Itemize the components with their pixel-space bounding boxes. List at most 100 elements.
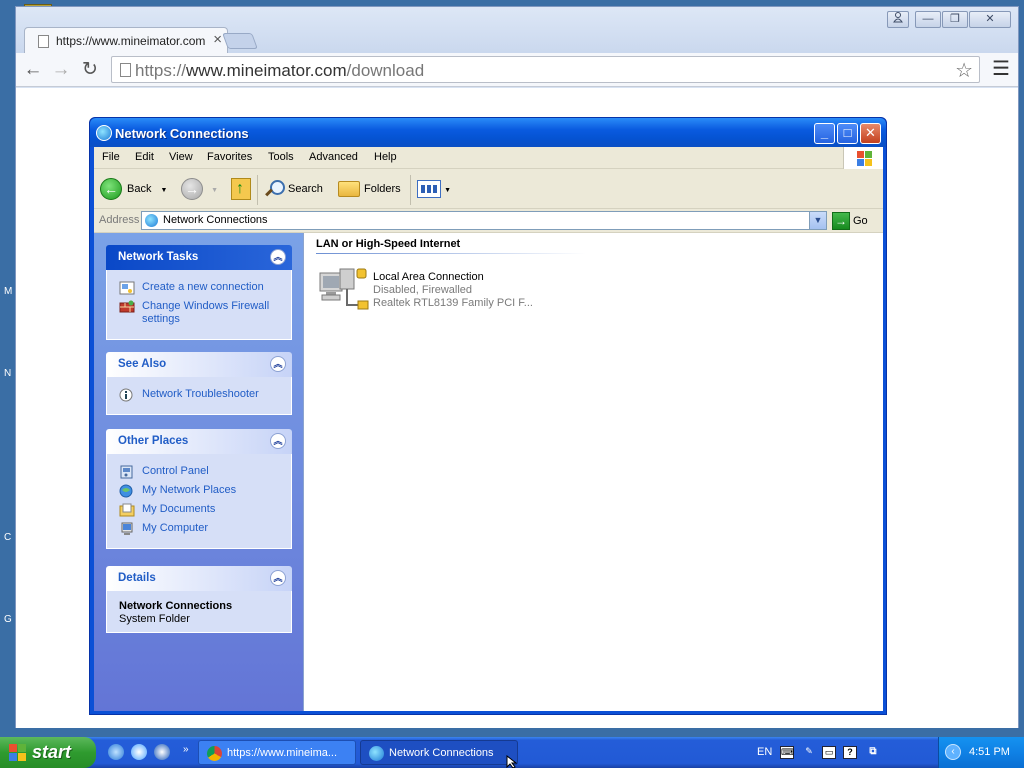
chevron-down-icon[interactable]: ▼ <box>809 212 826 229</box>
info-icon <box>119 388 133 402</box>
panel-title: Network Tasks <box>118 251 199 263</box>
desktop-label-fragment: C <box>4 532 12 543</box>
dropdown-arrow-icon[interactable]: ▼ <box>444 187 451 194</box>
new-tab-button[interactable] <box>222 33 258 49</box>
forward-button[interactable]: → ▼ <box>181 177 218 201</box>
show-desktop-icon[interactable] <box>131 744 147 760</box>
window-titlebar[interactable]: Network Connections _ □ ✕ <box>90 118 886 147</box>
profile-button[interactable] <box>887 11 909 28</box>
go-button[interactable]: → Go <box>832 211 868 231</box>
back-button[interactable]: ← <box>21 58 45 82</box>
keyboard-icon[interactable]: ⌨ <box>780 746 794 759</box>
my-network-places-link[interactable]: My Network Places <box>119 484 291 498</box>
other-places-panel: Other Places ︽ Control Panel My Network … <box>106 429 292 549</box>
my-computer-icon <box>121 522 133 535</box>
address-field[interactable]: Network Connections ▼ <box>141 211 827 230</box>
network-connections-icon <box>96 125 112 141</box>
panel-body: Network Troubleshooter <box>106 377 292 415</box>
reload-button[interactable]: ↻ <box>78 58 102 82</box>
connection-status: Disabled, Firewalled <box>373 284 473 296</box>
my-computer-link[interactable]: My Computer <box>119 522 291 535</box>
language-indicator[interactable]: EN <box>757 746 772 758</box>
group-divider <box>316 253 586 254</box>
internet-explorer-icon[interactable] <box>108 744 124 760</box>
close-button[interactable]: ✕ <box>969 11 1011 28</box>
minimize-button[interactable]: _ <box>814 123 835 144</box>
views-button[interactable]: ▼ <box>417 177 451 201</box>
collapse-chevron-icon[interactable]: ︽ <box>270 570 286 586</box>
browser-toolbar: ← → ↻ https://www.mineimator.com/downloa… <box>16 53 1018 87</box>
menu-edit[interactable]: Edit <box>135 151 154 163</box>
connection-name: Local Area Connection <box>373 271 484 283</box>
up-folder-button[interactable] <box>231 177 251 201</box>
start-button[interactable]: start <box>0 737 96 768</box>
desktop-label-fragment: N <box>4 368 12 379</box>
task-label: Change Windows Firewall settings <box>142 300 270 325</box>
my-documents-icon <box>119 503 135 517</box>
collapse-chevron-icon[interactable]: ︽ <box>270 356 286 372</box>
close-button[interactable]: ✕ <box>860 123 881 144</box>
task-label: My Network Places <box>142 484 237 496</box>
task-label: Network Troubleshooter <box>142 388 259 400</box>
address-bar[interactable]: https://www.mineimator.com/download ☆ <box>111 56 980 83</box>
notification-area: ‹ 4:51 PM <box>938 737 1024 768</box>
star-icon[interactable]: ☆ <box>955 58 973 83</box>
control-panel-icon <box>120 465 133 479</box>
panel-header[interactable]: See Also ︽ <box>106 352 292 377</box>
taskbar-button-browser[interactable]: https://www.mineima... <box>198 740 356 765</box>
task-label: My Computer <box>142 522 209 534</box>
menu-help[interactable]: Help <box>374 151 397 163</box>
clock[interactable]: 4:51 PM <box>969 746 1010 758</box>
hamburger-menu-icon[interactable]: ☰ <box>992 59 1010 79</box>
restore-icon[interactable]: ⧉ <box>866 746 880 759</box>
panel-header[interactable]: Details ︽ <box>106 566 292 591</box>
local-area-connection-item[interactable]: Local Area Connection Disabled, Firewall… <box>318 265 538 320</box>
page-icon <box>38 35 49 48</box>
minimize-button[interactable]: — <box>915 11 941 28</box>
menu-view[interactable]: View <box>169 151 193 163</box>
help-icon[interactable]: ? <box>843 746 857 759</box>
collapse-chevron-icon[interactable]: ︽ <box>270 433 286 449</box>
task-label: Control Panel <box>142 465 209 477</box>
pen-icon[interactable]: ✎ <box>802 746 816 759</box>
folders-label: Folders <box>364 183 401 195</box>
taskbar-button-network-connections[interactable]: Network Connections <box>360 740 518 765</box>
network-troubleshooter-link[interactable]: Network Troubleshooter <box>119 388 291 402</box>
collapse-chevron-icon[interactable]: ︽ <box>270 249 286 265</box>
network-places-icon <box>119 484 133 498</box>
back-label: Back <box>127 183 152 195</box>
new-connection-icon <box>119 281 135 295</box>
create-new-connection-link[interactable]: Create a new connection <box>119 281 291 295</box>
menu-file[interactable]: File <box>102 151 120 163</box>
firewall-icon <box>119 300 135 313</box>
folders-button[interactable]: Folders <box>338 177 401 201</box>
change-firewall-settings-link[interactable]: Change Windows Firewall settings <box>119 300 291 326</box>
mouse-cursor-icon <box>506 755 518 768</box>
go-label: Go <box>853 215 868 227</box>
back-button[interactable]: ← Back ▼ <box>100 177 167 201</box>
panel-header[interactable]: Network Tasks ︽ <box>106 245 292 270</box>
display-icon[interactable]: ▭ <box>822 746 836 759</box>
control-panel-link[interactable]: Control Panel <box>119 465 291 479</box>
my-documents-link[interactable]: My Documents <box>119 503 291 517</box>
panel-body: Control Panel My Network Places My Docum… <box>106 454 292 549</box>
details-name: Network Connections <box>119 600 233 612</box>
forward-button[interactable]: → <box>49 58 73 82</box>
restore-button[interactable]: ❐ <box>942 11 968 28</box>
close-tab-icon[interactable]: × <box>213 31 222 48</box>
dropdown-arrow-icon[interactable]: ▼ <box>211 187 218 194</box>
menu-advanced[interactable]: Advanced <box>309 151 358 163</box>
menu-favorites[interactable]: Favorites <box>207 151 252 163</box>
menu-bar: File Edit View Favorites Tools Advanced … <box>94 147 883 169</box>
panel-header[interactable]: Other Places ︽ <box>106 429 292 454</box>
media-player-icon[interactable] <box>154 744 170 760</box>
panel-title: Details <box>118 572 156 584</box>
chevron-left-icon[interactable]: ‹ <box>945 744 961 760</box>
dropdown-arrow-icon[interactable]: ▼ <box>161 187 168 194</box>
maximize-button[interactable]: □ <box>837 123 858 144</box>
browser-tab[interactable]: https://www.mineimator.com × <box>24 27 228 54</box>
quicklaunch-more-icon[interactable]: » <box>183 744 189 755</box>
menu-tools[interactable]: Tools <box>268 151 294 163</box>
network-connections-window: Network Connections _ □ ✕ File Edit View… <box>89 117 887 715</box>
search-button[interactable]: Search <box>264 177 323 201</box>
